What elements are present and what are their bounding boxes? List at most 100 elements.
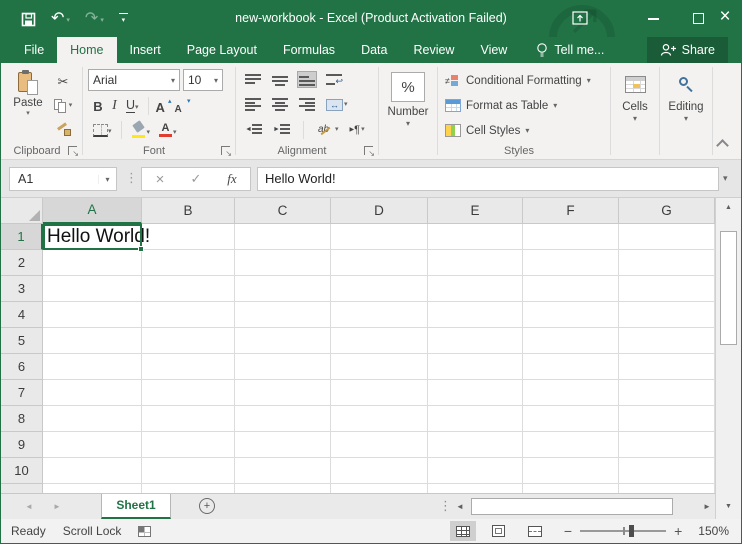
cell-F8[interactable] xyxy=(523,406,619,432)
cell-E3[interactable] xyxy=(428,276,523,302)
font-family-combobox[interactable]: Arial ▾ xyxy=(88,69,180,91)
tell-me-box[interactable]: Tell me... xyxy=(536,37,604,63)
hscroll-left-arrow[interactable]: ◄ xyxy=(453,494,467,519)
zoom-out-button[interactable]: − xyxy=(564,523,572,539)
hscroll-thumb[interactable] xyxy=(471,498,673,515)
editing-button[interactable] xyxy=(678,71,694,97)
cell-B2[interactable] xyxy=(142,250,235,276)
normal-view-button[interactable] xyxy=(450,521,476,541)
cell-F9[interactable] xyxy=(523,432,619,458)
tab-home[interactable]: Home xyxy=(57,37,116,63)
editing-label[interactable]: Editing xyxy=(668,101,703,113)
text-direction-button[interactable]: ▶¶ ▾ xyxy=(348,122,367,138)
cell-C6[interactable] xyxy=(235,354,331,380)
tab-insert[interactable]: Insert xyxy=(117,37,174,63)
cell-F1[interactable] xyxy=(523,224,619,250)
cell-A8[interactable] xyxy=(43,406,142,432)
increase-font-size-button[interactable]: A ▴ xyxy=(155,98,172,115)
editing-dropdown-icon[interactable]: ▾ xyxy=(684,114,688,123)
maximize-button[interactable] xyxy=(693,13,704,24)
cell-E6[interactable] xyxy=(428,354,523,380)
cell-D8[interactable] xyxy=(331,406,428,432)
cell-F6[interactable] xyxy=(523,354,619,380)
cell-G7[interactable] xyxy=(619,380,715,406)
cell-F4[interactable] xyxy=(523,302,619,328)
cell-E2[interactable] xyxy=(428,250,523,276)
cell-B8[interactable] xyxy=(142,406,235,432)
vertical-scrollbar[interactable]: ▲ ▼ xyxy=(715,198,741,519)
cell-G8[interactable] xyxy=(619,406,715,432)
row-header-10[interactable]: 10 xyxy=(1,458,43,484)
formula-input[interactable]: Hello World! xyxy=(257,167,719,191)
text-direction-dropdown-icon[interactable]: ▾ xyxy=(361,125,365,135)
cells-button[interactable] xyxy=(625,71,646,97)
cell-E9[interactable] xyxy=(428,432,523,458)
cell-A11[interactable] xyxy=(43,484,142,493)
cell-C4[interactable] xyxy=(235,302,331,328)
orientation-button[interactable]: ab ▾ xyxy=(315,121,341,139)
cut-button[interactable]: ✂ xyxy=(51,71,75,92)
cell-A7[interactable] xyxy=(43,380,142,406)
previous-sheet-button[interactable]: ◄ xyxy=(21,494,37,519)
minimize-button[interactable] xyxy=(648,10,660,24)
column-header-G[interactable]: G xyxy=(619,198,715,224)
tab-review[interactable]: Review xyxy=(400,37,467,63)
cell-F10[interactable] xyxy=(523,458,619,484)
font-family-dropdown-icon[interactable]: ▾ xyxy=(168,76,175,85)
cell-C11[interactable] xyxy=(235,484,331,493)
fill-color-dropdown-icon[interactable]: ▾ xyxy=(147,128,151,138)
cell-G1[interactable] xyxy=(619,224,715,250)
cell-A5[interactable] xyxy=(43,328,142,354)
cell-G10[interactable] xyxy=(619,458,715,484)
borders-dropdown-icon[interactable]: ▾ xyxy=(108,127,112,137)
wrap-text-button[interactable]: ↩ xyxy=(324,71,344,88)
cell-C7[interactable] xyxy=(235,380,331,406)
cells-dropdown-icon[interactable]: ▾ xyxy=(633,114,637,123)
cell-B10[interactable] xyxy=(142,458,235,484)
formula-bar-splitter[interactable]: ⋮ xyxy=(125,170,138,186)
cell-F7[interactable] xyxy=(523,380,619,406)
merge-center-button[interactable]: ↔ ▾ xyxy=(324,97,350,113)
vscroll-thumb[interactable] xyxy=(720,231,737,345)
cell-A4[interactable] xyxy=(43,302,142,328)
column-header-F[interactable]: F xyxy=(523,198,619,224)
row-header-6[interactable]: 6 xyxy=(1,354,43,380)
zoom-slider-thumb[interactable] xyxy=(629,525,634,537)
vscroll-down-arrow[interactable]: ▼ xyxy=(716,499,741,515)
row-header-4[interactable]: 4 xyxy=(1,302,43,328)
cell-B7[interactable] xyxy=(142,380,235,406)
cell-D1[interactable] xyxy=(331,224,428,250)
hscroll-right-arrow[interactable]: ► xyxy=(700,494,714,519)
cell-D3[interactable] xyxy=(331,276,428,302)
cell-C1[interactable] xyxy=(235,224,331,250)
row-header-partial[interactable] xyxy=(1,484,43,493)
font-dialog-launcher[interactable]: ↘ xyxy=(221,146,230,155)
page-break-preview-button[interactable] xyxy=(522,521,548,541)
decrease-indent-button[interactable]: ◄ xyxy=(243,121,264,138)
cell-B6[interactable] xyxy=(142,354,235,380)
cell-B1[interactable] xyxy=(142,224,235,250)
align-center-button[interactable] xyxy=(270,96,290,113)
page-layout-view-button[interactable] xyxy=(486,521,512,541)
cell-D5[interactable] xyxy=(331,328,428,354)
cell-E7[interactable] xyxy=(428,380,523,406)
cell-F11[interactable] xyxy=(523,484,619,493)
paste-dropdown-icon[interactable]: ▾ xyxy=(26,109,30,119)
macro-record-button[interactable] xyxy=(138,526,151,537)
zoom-slider[interactable] xyxy=(580,524,666,538)
cell-E10[interactable] xyxy=(428,458,523,484)
cancel-button[interactable]: × xyxy=(142,171,178,188)
font-size-combobox[interactable]: 10 ▾ xyxy=(183,69,223,91)
align-middle-button[interactable] xyxy=(270,71,290,88)
zoom-in-button[interactable]: + xyxy=(674,523,682,539)
cell-A2[interactable] xyxy=(43,250,142,276)
row-header-1[interactable]: 1 xyxy=(1,224,43,250)
sheet-tab-sheet1[interactable]: Sheet1 xyxy=(101,494,171,519)
conditional-formatting-button[interactable]: ≠ Conditional Formatting ▾ xyxy=(441,68,607,93)
cell-G5[interactable] xyxy=(619,328,715,354)
underline-dropdown-icon[interactable]: ▾ xyxy=(135,103,139,113)
expand-formula-bar-icon[interactable]: ▾ xyxy=(723,173,728,184)
close-button[interactable]: × xyxy=(715,6,735,28)
column-header-D[interactable]: D xyxy=(331,198,428,224)
cell-F3[interactable] xyxy=(523,276,619,302)
